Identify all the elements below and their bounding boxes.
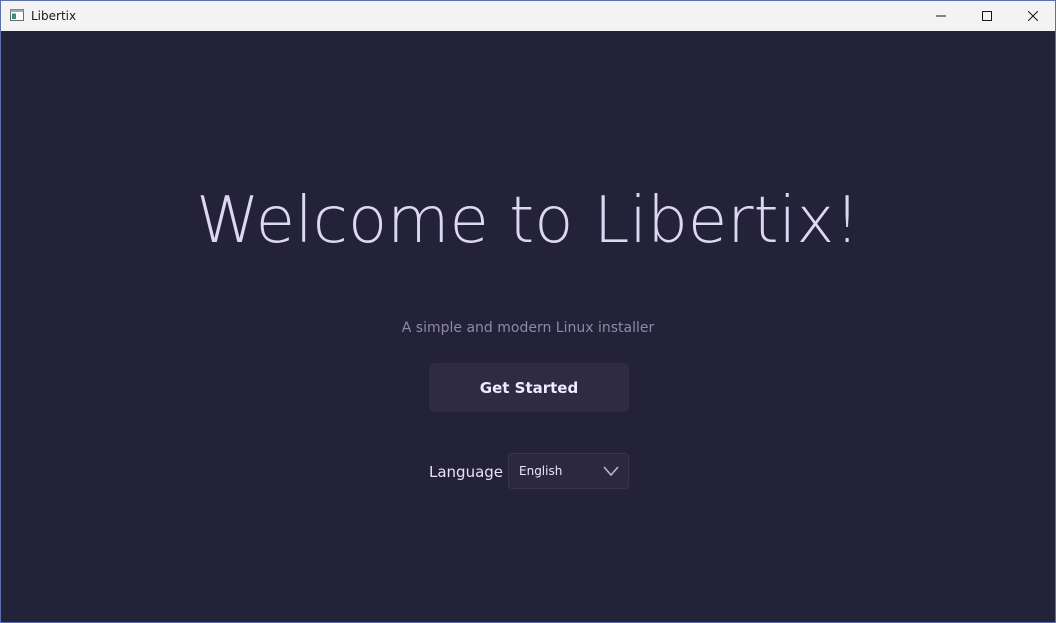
app-window: Libertix Welcome to Libertix! A simple a… [0,0,1056,623]
maximize-button[interactable] [964,1,1010,31]
close-button[interactable] [1010,1,1056,31]
welcome-subtitle: A simple and modern Linux installer [401,320,655,336]
minimize-icon [936,15,946,17]
welcome-page: Welcome to Libertix! A simple and modern… [1,31,1055,622]
title-bar[interactable]: Libertix [1,1,1055,31]
close-icon [1028,11,1038,21]
app-window-icon [10,9,24,21]
chevron-down-icon [603,466,619,477]
window-title: Libertix [31,9,77,23]
language-select[interactable]: English [508,453,629,489]
welcome-heading: Welcome to Libertix! [196,184,860,258]
minimize-button[interactable] [918,1,964,31]
get-started-button[interactable]: Get Started [429,363,629,412]
maximize-icon [982,11,992,21]
language-selected-value: English [519,464,563,478]
language-label: Language [429,463,504,481]
